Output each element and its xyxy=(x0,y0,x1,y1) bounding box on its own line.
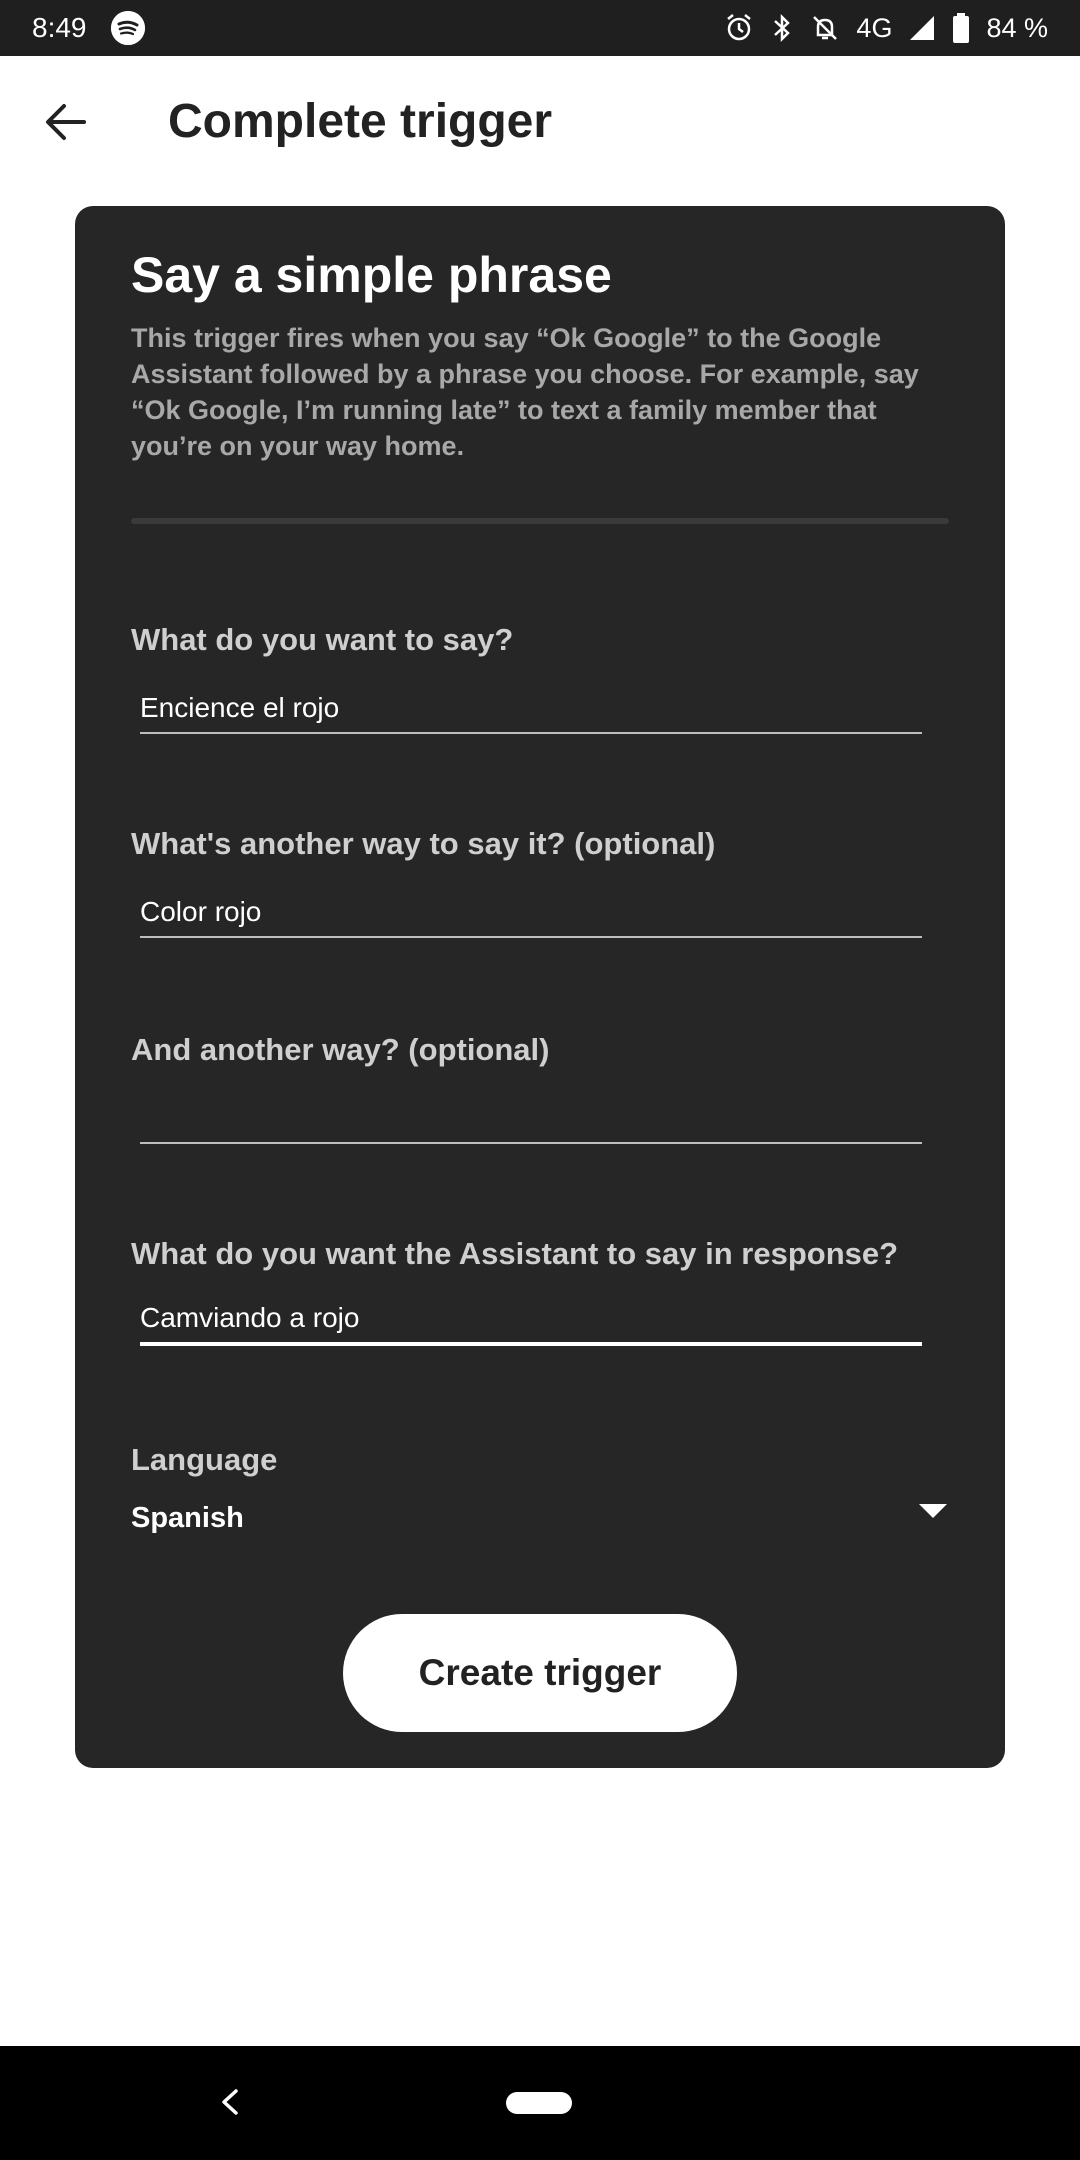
bluetooth-icon xyxy=(770,13,794,43)
signal-icon xyxy=(908,14,936,42)
language-label: Language xyxy=(131,1442,278,1477)
navigation-bar xyxy=(0,2046,1080,2160)
app-header: Complete trigger xyxy=(0,56,1080,186)
page-title: Complete trigger xyxy=(168,95,553,148)
network-type: 4G xyxy=(856,12,893,43)
language-dropdown[interactable] xyxy=(131,1490,951,1542)
card-description: This trigger fires when you say “Ok Goog… xyxy=(131,323,919,461)
language-value: Spanish xyxy=(131,1502,244,1534)
response-input[interactable]: Camviando a rojo xyxy=(140,1290,922,1346)
chevron-left-icon xyxy=(222,2089,238,2115)
response-input-value: Camviando a rojo xyxy=(140,1302,360,1333)
trigger-card: Say a simple phrase This trigger fires w… xyxy=(75,206,1005,1768)
status-time: 8:49 xyxy=(32,12,87,43)
phrase-input-value: Encience el rojo xyxy=(140,692,340,723)
alarm-icon xyxy=(724,13,754,43)
arrow-left-icon xyxy=(46,104,86,140)
back-button[interactable] xyxy=(40,96,92,148)
field-label-alt-phrase-2: And another way? (optional) xyxy=(131,1032,550,1067)
field-label-phrase: What do you want to say? xyxy=(131,622,514,657)
field-label-response: What do you want the Assistant to say in… xyxy=(131,1236,899,1271)
divider xyxy=(131,518,949,524)
alt-phrase-2-input[interactable] xyxy=(140,1088,922,1144)
alt-phrase-1-input-value: Color rojo xyxy=(140,896,262,927)
field-label-alt-phrase-1: What's another way to say it? (optional) xyxy=(131,826,716,861)
spotify-icon xyxy=(110,11,145,45)
battery-icon xyxy=(952,13,970,43)
notifications-off-icon xyxy=(810,13,840,43)
card-title: Say a simple phrase xyxy=(131,247,612,303)
home-pill-button[interactable] xyxy=(506,2092,572,2114)
phrase-input[interactable]: Encience el rojo xyxy=(140,678,922,734)
alt-phrase-1-input[interactable]: Color rojo xyxy=(140,882,922,938)
create-trigger-button[interactable]: Create trigger xyxy=(343,1614,737,1732)
caret-down-icon xyxy=(919,1504,947,1518)
nav-back-button[interactable] xyxy=(210,2082,250,2122)
status-bar: 8:49 4G 84 % xyxy=(0,0,1080,56)
battery-percent: 84 % xyxy=(986,12,1048,43)
